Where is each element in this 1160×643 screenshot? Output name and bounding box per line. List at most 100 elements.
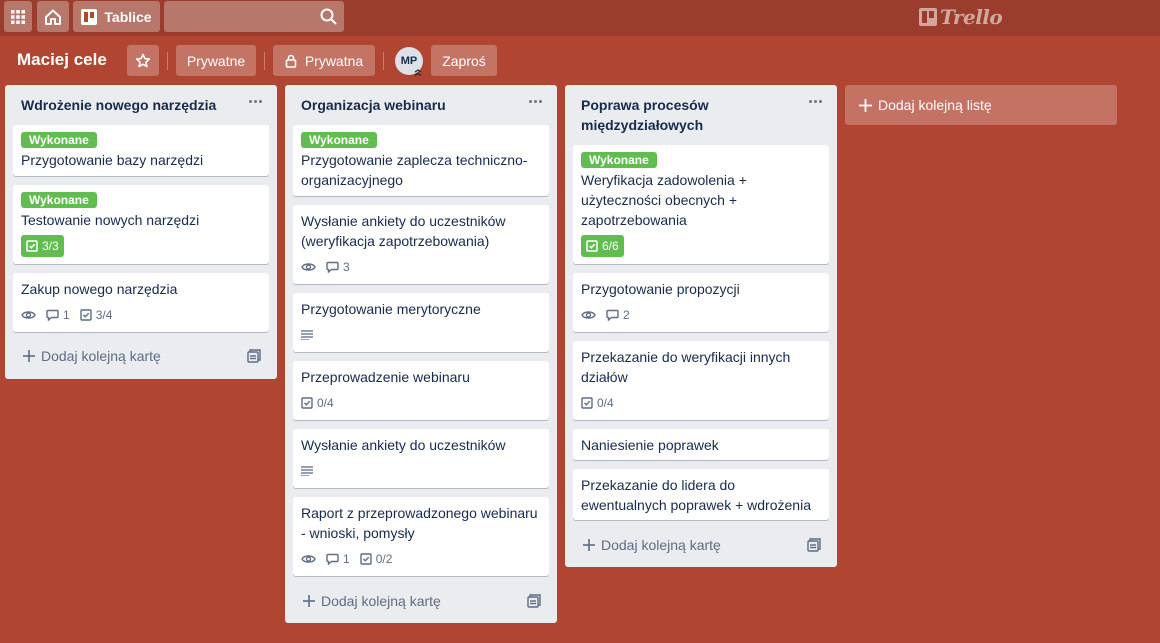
checklist-count: 0/4 — [317, 396, 334, 410]
add-list-button[interactable]: Dodaj kolejną listę — [845, 85, 1117, 125]
comment-count: 3 — [343, 260, 350, 274]
header-divider — [167, 52, 168, 70]
card-badges: 3/3 — [21, 234, 261, 258]
list-menu-button[interactable] — [245, 91, 265, 111]
add-card-button[interactable]: Dodaj kolejną kartę — [573, 531, 829, 559]
plus-icon — [303, 595, 315, 607]
card[interactable]: Wysłanie ankiety do uczestników — [293, 429, 549, 488]
trello-logo[interactable]: Trello — [919, 5, 1003, 29]
search-icon[interactable] — [320, 8, 337, 25]
logo-text: Trello — [940, 5, 1003, 29]
card[interactable]: Przygotowanie merytoryczne — [293, 293, 549, 352]
card-badges: 1 0/2 — [301, 547, 541, 571]
card-badges: 3 — [301, 255, 541, 279]
checklist-count: 3/3 — [42, 239, 59, 253]
card-title: Przygotowanie bazy narzędzi — [21, 152, 204, 168]
checklist-icon — [586, 240, 598, 252]
comment-badge: 2 — [606, 308, 630, 322]
card-title: Przygotowanie zaplecza techniczno-organi… — [301, 152, 528, 188]
avatar-initials: MP — [400, 55, 418, 67]
team-label: Prywatne — [186, 52, 246, 69]
list-title[interactable]: Organizacja webinaru — [301, 95, 513, 115]
home-button[interactable] — [37, 1, 69, 32]
trello-logo-icon — [919, 8, 937, 26]
comment-icon — [46, 309, 59, 321]
template-icon[interactable] — [807, 538, 821, 552]
description-icon — [301, 330, 313, 340]
admin-chevron-icon — [414, 69, 422, 77]
card[interactable]: Wysłanie ankiety do uczestników (weryfik… — [293, 205, 549, 284]
search-input[interactable] — [164, 1, 344, 32]
card-title: Raport z przeprowadzonego webinaru - wni… — [301, 505, 538, 541]
comment-badge: 1 — [46, 308, 70, 322]
checklist-count: 0/2 — [375, 552, 393, 566]
card[interactable]: Wykonane Przygotowanie zaplecza technicz… — [293, 125, 549, 196]
avatar[interactable]: MP — [395, 47, 423, 77]
card[interactable]: Wykonane Weryfikacja zadowolenia + użyte… — [573, 145, 829, 264]
card-title: Przygotowanie propozycji — [581, 281, 740, 297]
privacy-button[interactable]: Prywatna — [273, 45, 375, 76]
checklist-icon — [301, 397, 313, 409]
card-badges: 2 — [581, 303, 821, 327]
card-label: Wykonane — [581, 152, 657, 168]
description-icon — [301, 466, 313, 476]
list-header: Organizacja webinaru — [285, 85, 557, 115]
more-icon — [528, 99, 532, 103]
card[interactable]: Przekazanie do lidera do ewentualnych po… — [573, 469, 829, 520]
card-title: Zakup nowego narzędzia — [21, 281, 178, 297]
more-icon — [248, 99, 252, 103]
comment-icon — [606, 309, 619, 321]
card-badges: 6/6 — [581, 234, 821, 258]
card[interactable]: Raport z przeprowadzonego webinaru - wni… — [293, 497, 549, 576]
invite-label: Zaproś — [442, 52, 486, 69]
boards-button[interactable]: Tablice — [73, 1, 160, 32]
card[interactable]: Wykonane Przygotowanie bazy narzędzi — [13, 125, 269, 176]
watch-badge — [301, 261, 316, 273]
template-icon[interactable] — [527, 594, 541, 608]
list-title[interactable]: Wdrożenie nowego narzędzia — [21, 95, 233, 115]
card-title: Przekazanie do weryfikacji innych działó… — [581, 349, 791, 385]
apps-button[interactable] — [4, 1, 32, 32]
card[interactable]: Wykonane Testowanie nowych narzędzi 3/3 — [13, 185, 269, 264]
card-title: Przekazanie do lidera do ewentualnych po… — [581, 477, 811, 513]
list[interactable]: Poprawa procesów międzydziałowych Wykona… — [565, 85, 837, 567]
card[interactable]: Przygotowanie propozycji 2 — [573, 273, 829, 332]
card-title: Weryfikacja zadowolenia + użyteczności o… — [581, 172, 747, 228]
card[interactable]: Naniesienie poprawek — [573, 429, 829, 460]
card-label: Wykonane — [301, 132, 377, 148]
add-card-button[interactable]: Dodaj kolejną kartę — [13, 342, 269, 370]
star-button[interactable] — [127, 45, 159, 76]
list-title[interactable]: Poprawa procesów międzydziałowych — [581, 95, 793, 135]
team-button[interactable]: Prywatne — [176, 45, 256, 76]
card-title: Wysłanie ankiety do uczestników (weryfik… — [301, 213, 506, 249]
comment-count: 2 — [623, 308, 630, 322]
add-card-label: Dodaj kolejną kartę — [41, 348, 161, 364]
card[interactable]: Przeprowadzenie webinaru 0/4 — [293, 361, 549, 420]
invite-button[interactable]: Zaproś — [431, 45, 497, 76]
watch-badge — [21, 309, 36, 321]
card-badges: 0/4 — [301, 391, 541, 415]
header-divider — [383, 52, 384, 70]
checklist-icon — [581, 397, 593, 409]
add-card-button[interactable]: Dodaj kolejną kartę — [293, 587, 549, 615]
comment-icon — [326, 261, 339, 273]
checklist-count: 6/6 — [602, 239, 619, 253]
card-label: Wykonane — [21, 192, 97, 208]
card-title: Testowanie nowych narzędzi — [21, 212, 200, 228]
privacy-label: Prywatna — [304, 52, 364, 69]
watch-badge — [301, 553, 316, 565]
list[interactable]: Wdrożenie nowego narzędzia Wykonane Przy… — [5, 85, 277, 379]
list-menu-button[interactable] — [525, 91, 545, 111]
list-menu-button[interactable] — [805, 91, 825, 111]
checklist-badge: 3/4 — [79, 308, 112, 322]
card[interactable]: Zakup nowego narzędzia 1 3/4 — [13, 273, 269, 332]
card-title: Wysłanie ankiety do uczestników — [301, 437, 506, 453]
search-field[interactable] — [164, 1, 344, 32]
more-icon — [808, 99, 812, 103]
list[interactable]: Organizacja webinaru Wykonane Przygotowa… — [285, 85, 557, 623]
checklist-icon — [26, 240, 38, 252]
checklist-badge: 6/6 — [581, 235, 624, 257]
card[interactable]: Przekazanie do weryfikacji innych działó… — [573, 341, 829, 420]
template-icon[interactable] — [247, 349, 261, 363]
board-title[interactable]: Maciej cele — [17, 50, 107, 70]
